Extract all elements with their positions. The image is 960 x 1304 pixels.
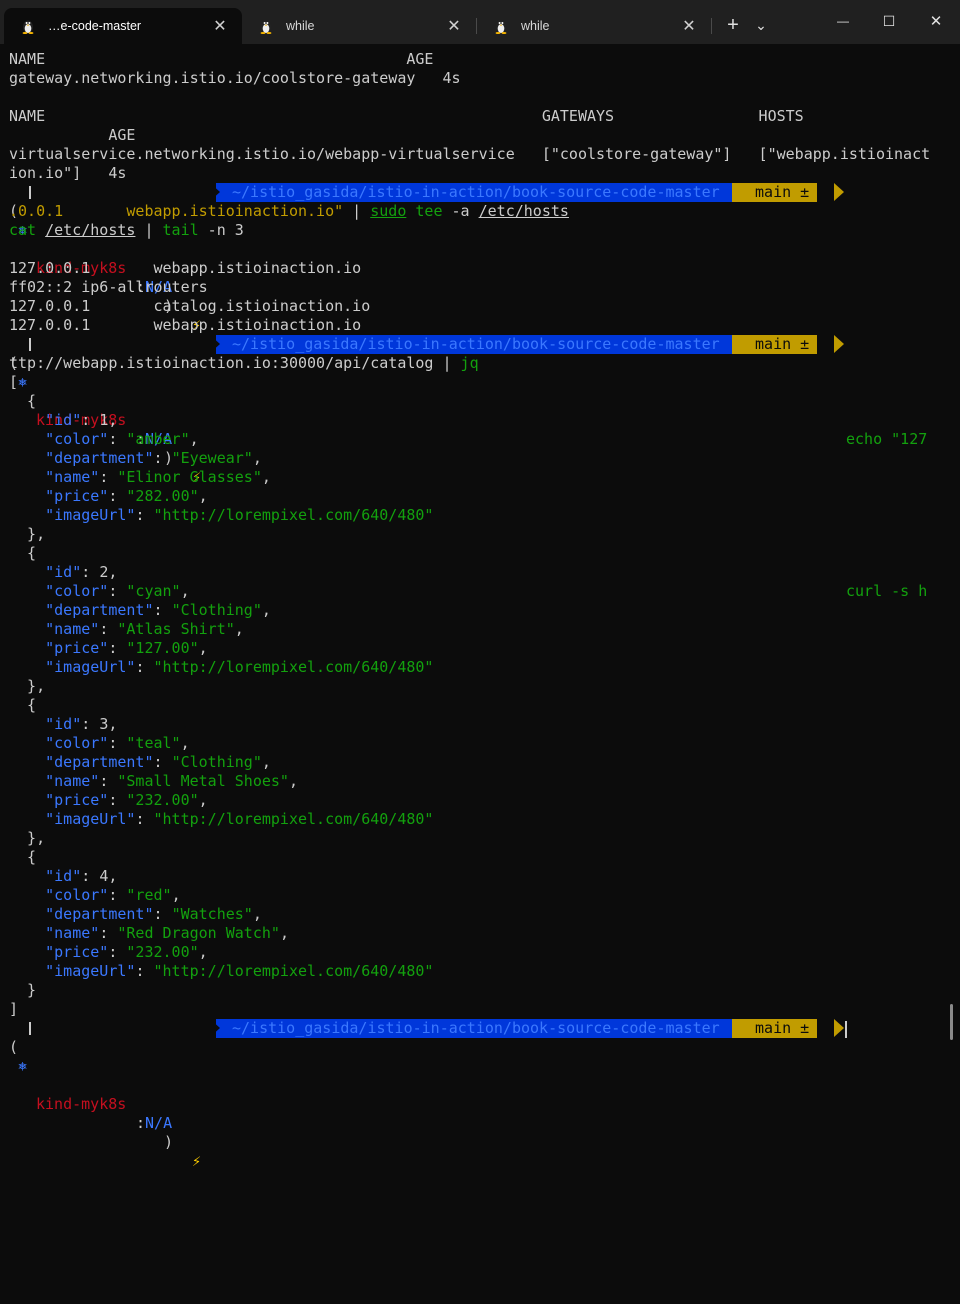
json-brace: { bbox=[9, 544, 37, 562]
powerline-separator-icon bbox=[210, 183, 220, 201]
linux-tux-icon bbox=[260, 20, 272, 34]
tab-title: …e-code-master bbox=[48, 19, 142, 33]
json-field: "name": "Elinor Glasses", bbox=[45, 468, 271, 486]
output-line: NAME AGE bbox=[9, 50, 434, 68]
json-field: "name": "Red Dragon Watch", bbox=[45, 924, 289, 942]
json-field: "color": "teal", bbox=[45, 734, 190, 752]
json-field: "color": "cyan", bbox=[45, 582, 190, 600]
tab-active[interactable]: …e-code-master ✕ bbox=[4, 8, 242, 44]
json-field: "department": "Clothing", bbox=[45, 601, 271, 619]
close-icon[interactable]: ✕ bbox=[208, 14, 232, 38]
lightning-icon: ⚡ bbox=[192, 1152, 202, 1170]
minimize-button[interactable]: — bbox=[820, 4, 866, 38]
json-field: "price": "127.00", bbox=[45, 639, 208, 657]
json-field: "color": "amber", bbox=[45, 430, 199, 448]
output-line: 127.0.0.1 catalog.istioinaction.io bbox=[9, 297, 371, 315]
command-line: ttp://webapp.istioinaction.io:30000/api/… bbox=[9, 354, 479, 372]
json-field: "color": "red", bbox=[45, 886, 181, 904]
command-line: .0.0.1 webapp.istioinaction.io" | sudo t… bbox=[9, 202, 569, 220]
json-field: "imageUrl": "http://lorempixel.com/640/4… bbox=[45, 810, 434, 828]
tab-divider bbox=[711, 18, 712, 34]
command-text: echo "127 bbox=[846, 430, 928, 448]
json-brace: { bbox=[9, 848, 37, 866]
prompt-paren: ) bbox=[164, 1133, 174, 1151]
powerline-separator-icon bbox=[834, 1019, 844, 1037]
json-field: "price": "232.00", bbox=[45, 791, 208, 809]
json-field: "department": "Clothing", bbox=[45, 753, 271, 771]
json-brace: }, bbox=[9, 525, 46, 543]
shell-prompt: ( ⎈ kind-myk8s :N/A ) ⚡ ~/istio_gasida/i… bbox=[0, 183, 960, 448]
json-field: "imageUrl": "http://lorempixel.com/640/4… bbox=[45, 506, 434, 524]
json-field: "id": 3, bbox=[45, 715, 118, 733]
prompt-path: ~/istio_gasida/istio-in-action/book-sour… bbox=[216, 183, 732, 202]
json-brace: }, bbox=[9, 677, 46, 695]
powerline-separator-icon bbox=[210, 1019, 220, 1037]
title-bar: …e-code-master ✕ while ✕ while ✕ + ⌄ — ☐… bbox=[0, 0, 960, 44]
kubernetes-icon: ⎈ bbox=[18, 373, 28, 391]
output-line: 127.0.0.1 webapp.istioinaction.io bbox=[9, 259, 362, 277]
text-cursor bbox=[845, 1021, 847, 1038]
json-field: "department": "Watches", bbox=[45, 905, 262, 923]
json-field: "id": 1, bbox=[45, 411, 118, 429]
powerline-separator-icon bbox=[210, 335, 220, 353]
command-line: cat /etc/hosts | tail -n 3 bbox=[9, 221, 244, 239]
close-icon[interactable]: ✕ bbox=[677, 14, 701, 38]
json-brace: { bbox=[9, 392, 37, 410]
prompt-separator bbox=[29, 1022, 31, 1035]
json-field: "id": 2, bbox=[45, 563, 118, 581]
new-tab-button[interactable]: + bbox=[720, 8, 746, 42]
terminal-output[interactable]: NAME AGE gateway.networking.istio.io/coo… bbox=[0, 44, 960, 1170]
output-line: gateway.networking.istio.io/coolstore-ga… bbox=[9, 69, 461, 87]
shell-prompt: ( ⎈ kind-myk8s :N/A ) ⚡ ~/istio_gasida/i… bbox=[0, 1019, 960, 1170]
kube-context: kind-myk8s bbox=[36, 1095, 127, 1113]
linux-tux-icon bbox=[495, 20, 507, 34]
tab-while-1[interactable]: while ✕ bbox=[242, 8, 476, 44]
json-field: "imageUrl": "http://lorempixel.com/640/4… bbox=[45, 658, 434, 676]
tab-title: while bbox=[286, 19, 315, 33]
json-field: "price": "232.00", bbox=[45, 943, 208, 961]
json-bracket: [ bbox=[9, 373, 19, 391]
powerline-separator-icon bbox=[834, 183, 844, 201]
json-field: "price": "282.00", bbox=[45, 487, 208, 505]
shell-prompt: ( ⎈ kind-myk8s :N/A ) ⚡ ~/istio_gasida/i… bbox=[0, 335, 960, 600]
output-line: NAME GATEWAYS HOSTS bbox=[9, 107, 804, 125]
output-line: ff02::2 ip6-allrouters bbox=[9, 278, 208, 296]
output-line: AGE bbox=[9, 126, 136, 144]
git-branch-segment: main ± bbox=[732, 183, 818, 202]
json-brace: }, bbox=[9, 829, 46, 847]
prompt-path: ~/istio_gasida/istio-in-action/book-sour… bbox=[216, 335, 732, 354]
git-branch-segment: main ± bbox=[732, 1019, 818, 1038]
output-line: 127.0.0.1 webapp.istioinaction.io bbox=[9, 316, 362, 334]
git-branch-segment: main ± bbox=[732, 335, 818, 354]
json-field: "name": "Atlas Shirt", bbox=[45, 620, 244, 638]
close-window-button[interactable]: ✕ bbox=[912, 4, 960, 38]
prompt-paren: ( bbox=[9, 1038, 19, 1056]
json-brace: { bbox=[9, 696, 37, 714]
json-bracket: ] bbox=[9, 1000, 19, 1018]
command-text: curl -s h bbox=[846, 582, 928, 600]
json-field: "imageUrl": "http://lorempixel.com/640/4… bbox=[45, 962, 434, 980]
kubernetes-icon: ⎈ bbox=[18, 1057, 28, 1075]
output-line: ion.io"] 4s bbox=[9, 164, 127, 182]
prompt-path: ~/istio_gasida/istio-in-action/book-sour… bbox=[216, 1019, 732, 1038]
kube-namespace: :N/A bbox=[136, 1114, 173, 1132]
tab-title: while bbox=[521, 19, 550, 33]
powerline-separator-icon bbox=[834, 335, 844, 353]
json-field: "name": "Small Metal Shoes", bbox=[45, 772, 298, 790]
linux-tux-icon bbox=[22, 20, 34, 34]
tab-dropdown-button[interactable]: ⌄ bbox=[748, 8, 774, 42]
output-line: virtualservice.networking.istio.io/webap… bbox=[9, 145, 931, 163]
json-field: "id": 4, bbox=[45, 867, 118, 885]
close-icon[interactable]: ✕ bbox=[442, 14, 466, 38]
prompt-separator bbox=[29, 338, 31, 351]
prompt-separator bbox=[29, 186, 31, 199]
json-field: "department": "Eyewear", bbox=[45, 449, 262, 467]
maximize-button[interactable]: ☐ bbox=[866, 4, 912, 38]
scrollbar-thumb[interactable] bbox=[950, 1004, 953, 1040]
json-brace: } bbox=[9, 981, 37, 999]
tab-while-2[interactable]: while ✕ bbox=[477, 8, 711, 44]
